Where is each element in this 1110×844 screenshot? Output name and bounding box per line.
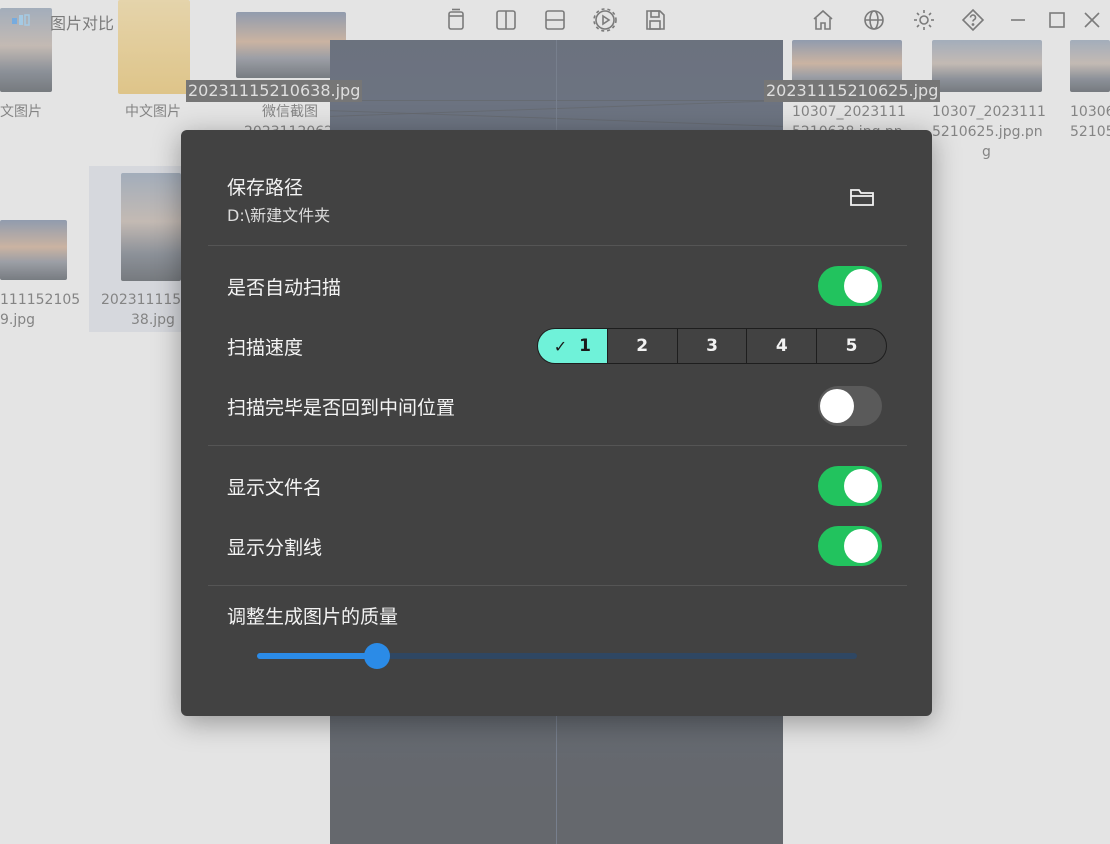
scan-speed-option[interactable]: 3: [676, 329, 747, 363]
auto-scan-label: 是否自动扫描: [227, 276, 342, 299]
divider: [208, 245, 907, 246]
scan-speed-option[interactable]: 4: [746, 329, 816, 363]
auto-scan-toggle[interactable]: [818, 266, 882, 306]
show-filename-row: 显示文件名: [227, 466, 882, 506]
show-divider-row: 显示分割线: [227, 526, 882, 566]
scan-speed-option[interactable]: 2: [606, 329, 677, 363]
scan-speed-selector: ✓ 1 2 3 4 5: [537, 328, 887, 364]
quality-label: 调整生成图片的质量: [227, 606, 399, 628]
scan-speed-option[interactable]: 5: [816, 329, 886, 363]
scan-speed-row: 扫描速度 ✓ 1 2 3 4 5: [227, 328, 887, 364]
return-center-row: 扫描完毕是否回到中间位置: [227, 386, 882, 426]
scan-speed-label: 扫描速度: [227, 336, 304, 359]
check-icon: ✓: [553, 336, 568, 356]
quality-slider[interactable]: [257, 643, 857, 669]
return-center-toggle[interactable]: [818, 386, 882, 426]
return-center-label: 扫描完毕是否回到中间位置: [227, 396, 456, 419]
settings-dialog: 保存路径 D:\新建文件夹 是否自动扫描 扫描速度 ✓ 1 2 3 4 5 扫描完…: [181, 130, 932, 716]
scan-speed-option[interactable]: ✓ 1: [538, 329, 607, 363]
show-filename-label: 显示文件名: [227, 476, 323, 499]
divider: [208, 445, 907, 446]
divider: [208, 585, 907, 586]
auto-scan-row: 是否自动扫描: [227, 266, 882, 306]
folder-icon[interactable]: [849, 185, 875, 209]
slider-thumb[interactable]: [364, 643, 390, 669]
save-path-title: 保存路径: [227, 177, 304, 199]
show-divider-label: 显示分割线: [227, 536, 323, 559]
show-filename-toggle[interactable]: [818, 466, 882, 506]
save-path-value: D:\新建文件夹: [227, 206, 331, 225]
show-divider-toggle[interactable]: [818, 526, 882, 566]
slider-fill: [257, 653, 377, 659]
